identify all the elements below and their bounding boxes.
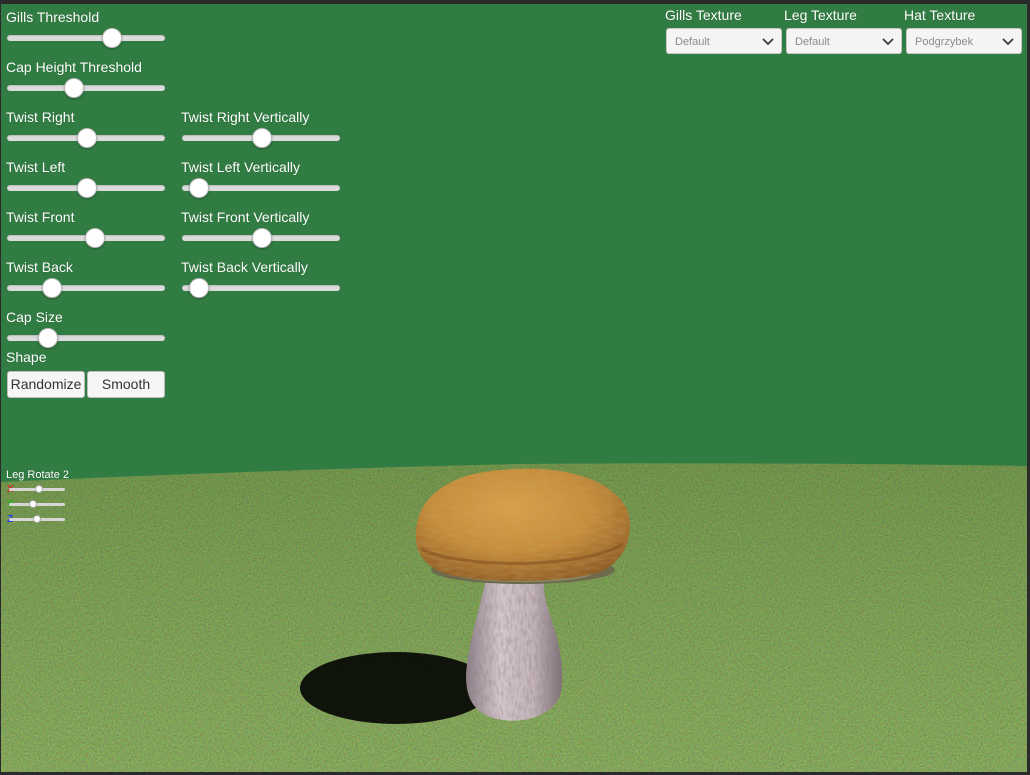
twist-back-slider[interactable] xyxy=(7,278,165,298)
slider-thumb[interactable] xyxy=(102,28,123,48)
twist-right-slider[interactable] xyxy=(7,128,165,148)
slider-thumb[interactable] xyxy=(33,515,41,523)
slider-thumb[interactable] xyxy=(77,128,97,148)
randomize-button[interactable]: Randomize xyxy=(7,371,85,398)
twist-left-slider[interactable] xyxy=(7,178,165,198)
leg-rotate-y-slider[interactable] xyxy=(9,499,65,509)
cap-size-slider[interactable] xyxy=(7,328,165,348)
chevron-down-icon xyxy=(1002,38,1014,46)
slider-thumb[interactable] xyxy=(35,485,44,493)
twist-front-vertically-slider[interactable] xyxy=(182,228,340,248)
chevron-down-icon xyxy=(762,38,774,46)
slider-thumb[interactable] xyxy=(37,328,58,348)
cap-height-threshold-slider[interactable] xyxy=(7,78,165,98)
slider-thumb[interactable] xyxy=(29,500,38,508)
shape-label: Shape xyxy=(6,349,47,365)
leg-rotate-z-slider[interactable] xyxy=(9,514,65,524)
dropdown-value: Podgrzybek xyxy=(915,36,974,48)
slider-thumb[interactable] xyxy=(85,228,106,248)
slider-label-twist-left: Twist Left xyxy=(6,159,66,175)
slider-label-twist-right: Twist Right xyxy=(6,109,75,125)
smooth-button[interactable]: Smooth xyxy=(87,371,165,398)
slider-label-cap-height-threshold: Cap Height Threshold xyxy=(6,59,142,75)
slider-label-gills-threshold: Gills Threshold xyxy=(6,9,100,25)
twist-back-vertically-slider[interactable] xyxy=(182,278,340,298)
dropdown-value: Default xyxy=(675,36,710,48)
leg-texture-label: Leg Texture xyxy=(784,7,857,23)
leg-rotate-x-slider[interactable] xyxy=(9,484,65,494)
slider-label-twist-front: Twist Front xyxy=(6,209,75,225)
gills-texture-label: Gills Texture xyxy=(665,7,742,23)
slider-thumb[interactable] xyxy=(252,228,272,248)
slider-thumb[interactable] xyxy=(189,278,209,298)
slider-label-twist-back: Twist Back xyxy=(6,259,73,275)
slider-thumb[interactable] xyxy=(77,178,97,198)
dropdown-value: Default xyxy=(795,36,830,48)
chevron-down-icon xyxy=(882,38,894,46)
hat-texture-label: Hat Texture xyxy=(904,7,976,23)
slider-label-twist-left-vertically: Twist Left Vertically xyxy=(181,159,301,175)
twist-right-vertically-slider[interactable] xyxy=(182,128,340,148)
slider-label-twist-back-vertically: Twist Back Vertically xyxy=(181,259,308,275)
slider-thumb[interactable] xyxy=(252,128,272,148)
gills-texture-dropdown[interactable]: Default xyxy=(666,28,782,54)
slider-thumb[interactable] xyxy=(189,178,209,198)
slider-label-twist-front-vertically: Twist Front Vertically xyxy=(181,209,310,225)
twist-left-vertically-slider[interactable] xyxy=(182,178,340,198)
slider-label-twist-right-vertically: Twist Right Vertically xyxy=(181,109,310,125)
viewport-3d[interactable]: Gills Threshold Cap Height Threshold Twi… xyxy=(1,4,1027,772)
slider-label-cap-size: Cap Size xyxy=(6,309,63,325)
leg-rotate-label: Leg Rotate 2 xyxy=(6,469,69,481)
gills-threshold-slider[interactable] xyxy=(7,28,165,48)
slider-thumb[interactable] xyxy=(64,78,85,98)
twist-front-slider[interactable] xyxy=(7,228,165,248)
hat-texture-dropdown[interactable]: Podgrzybek xyxy=(906,28,1022,54)
slider-thumb[interactable] xyxy=(42,278,62,298)
leg-texture-dropdown[interactable]: Default xyxy=(786,28,902,54)
